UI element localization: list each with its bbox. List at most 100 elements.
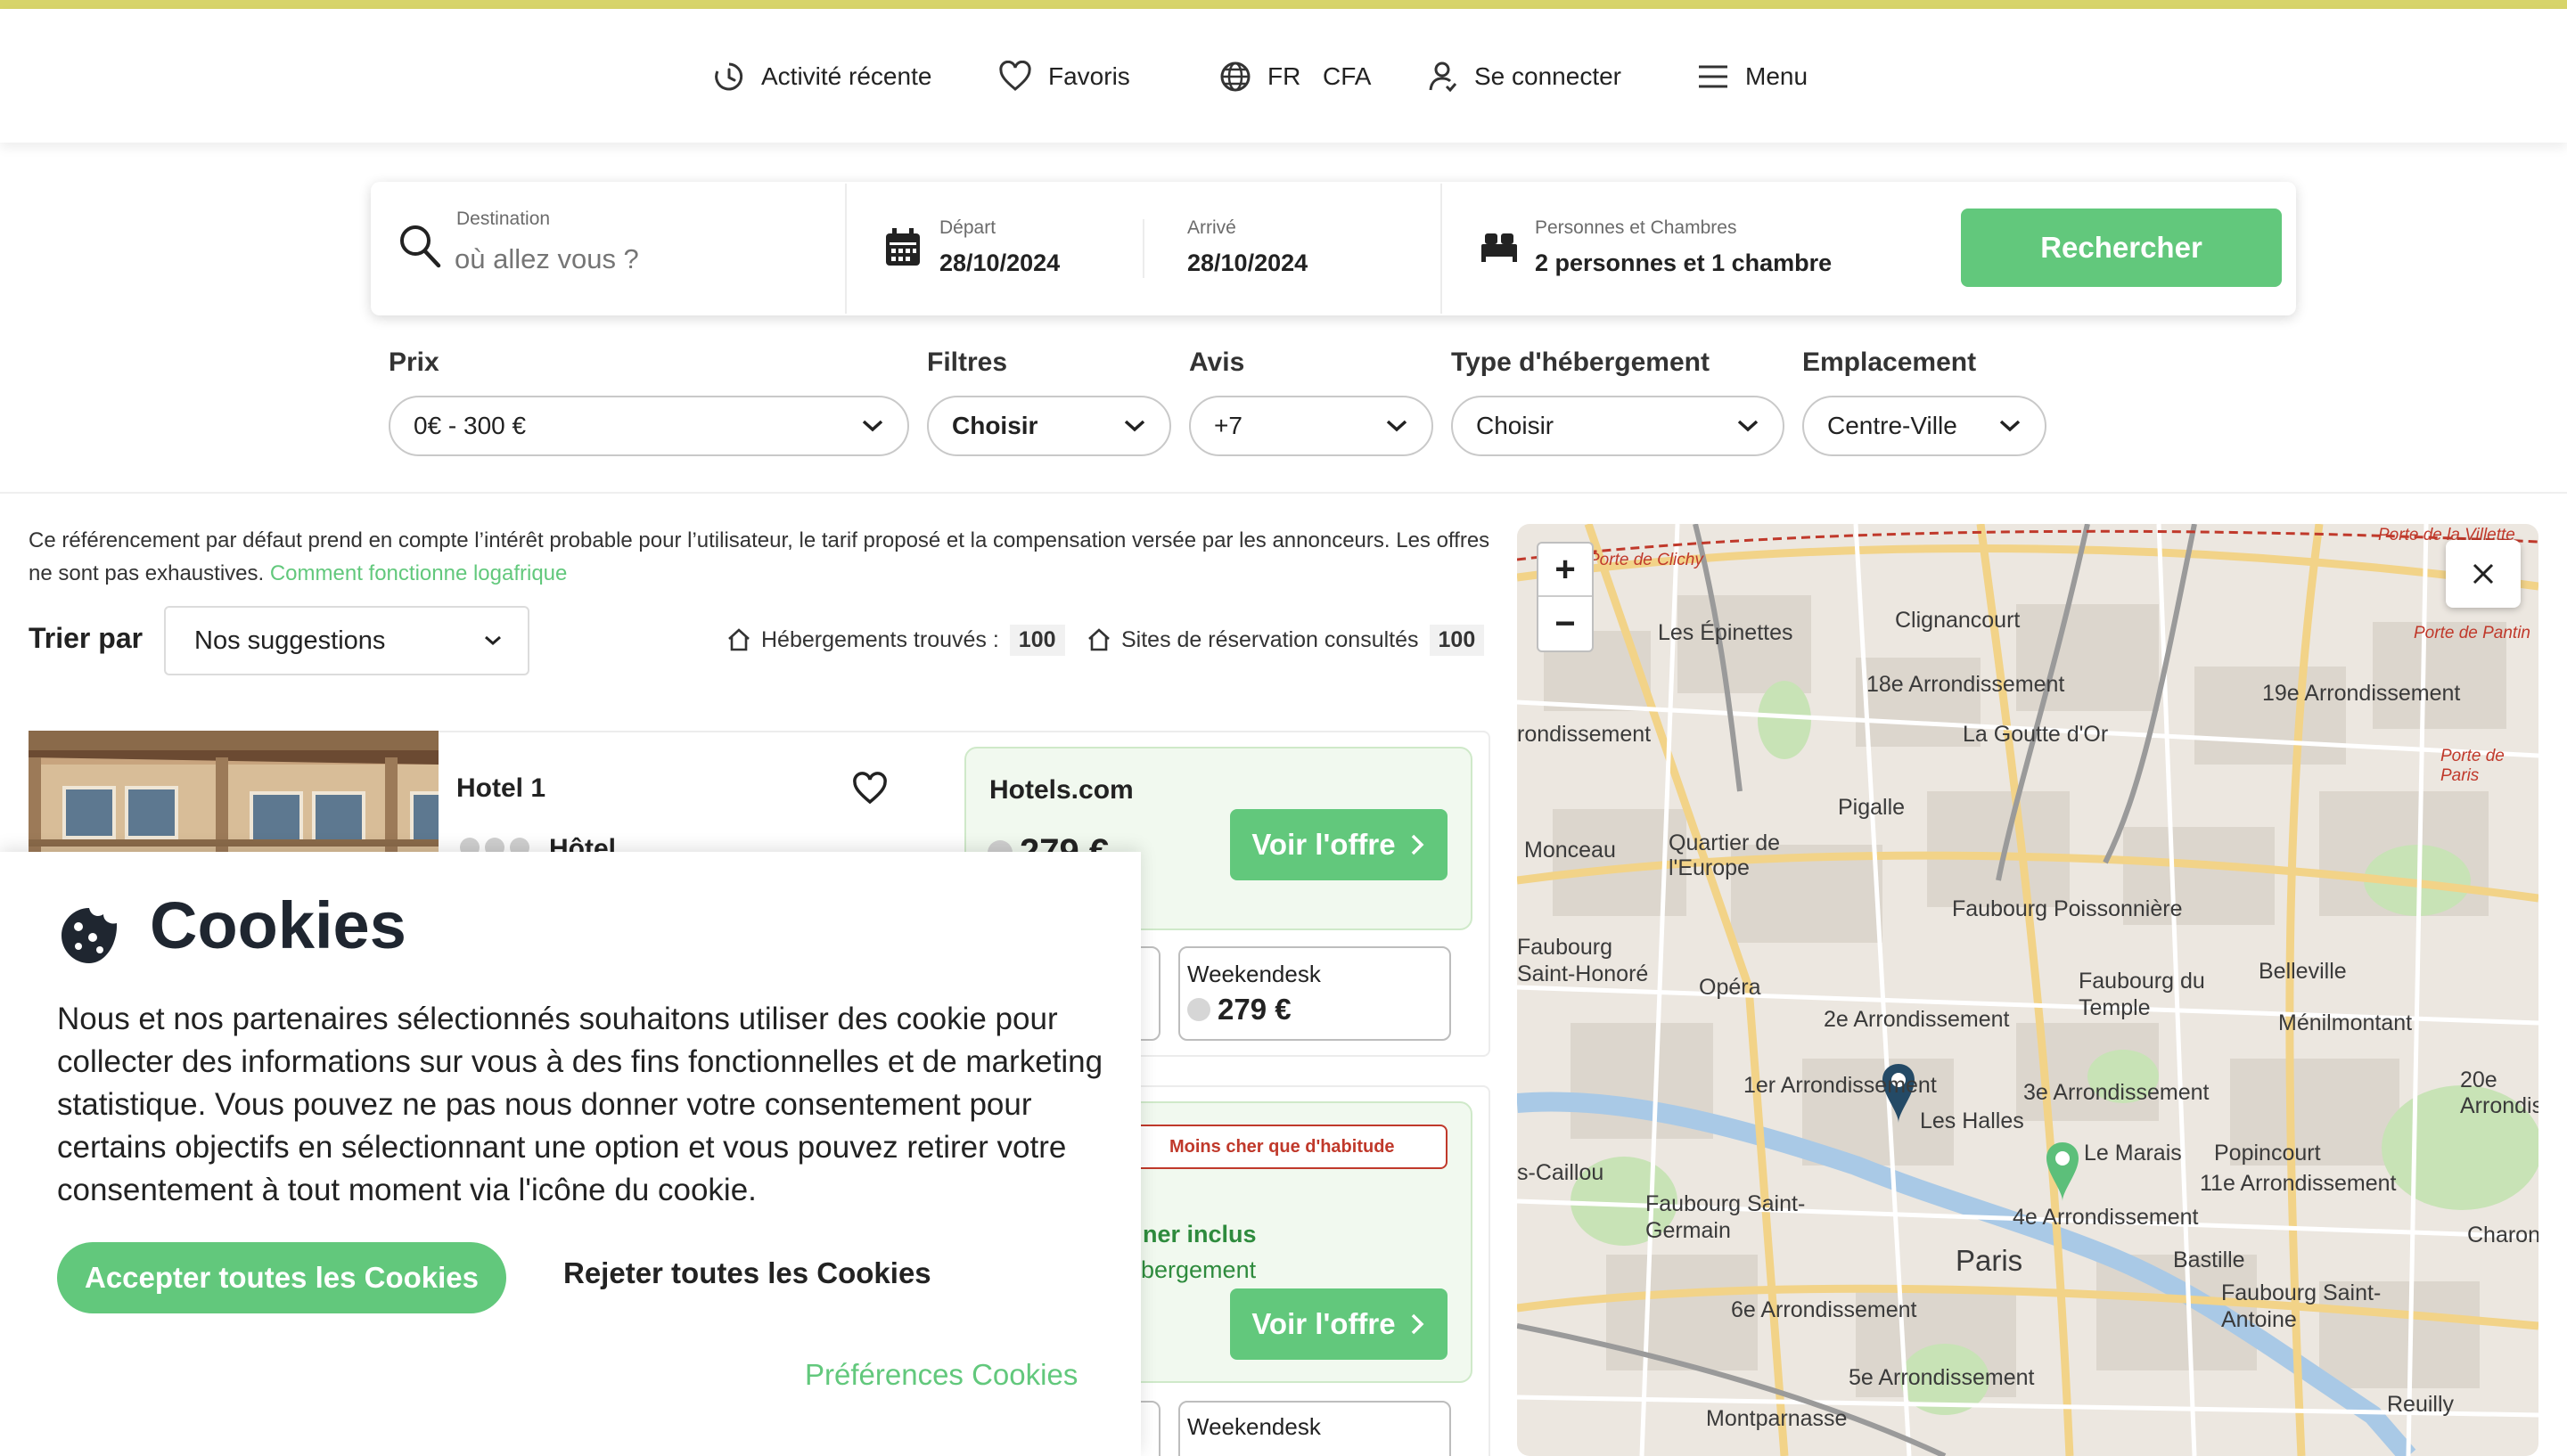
nav-currency[interactable]: CFA	[1323, 55, 1371, 98]
search-divider	[1440, 184, 1442, 314]
nav-menu-label: Menu	[1745, 62, 1808, 90]
offer-site: Hotels.com	[989, 775, 1134, 805]
accept-all-cookies-button[interactable]: Accepter toutes les Cookies	[57, 1242, 506, 1313]
map-label: 20e Arrondis	[2460, 1067, 2538, 1118]
map-label: 5e Arrondissement	[1849, 1365, 2035, 1390]
view-offer-button[interactable]: Voir l'offre	[1230, 809, 1448, 880]
how-it-works-link[interactable]: Comment fonctionne logafrique	[270, 561, 568, 585]
map-label: Faubourg Saint-Honoré	[1517, 935, 1649, 986]
nav-language[interactable]: FR	[1219, 55, 1300, 98]
map-label: Belleville	[2259, 959, 2347, 984]
cheaper-than-usual-badge: Moins cher que d'habitude	[1114, 1125, 1448, 1169]
sort-select[interactable]: Nos suggestions	[164, 606, 529, 675]
filter-reviews-label: Avis	[1189, 348, 1245, 377]
map-label: Les Halles	[1920, 1108, 2024, 1133]
guests-field[interactable]: Personnes et Chambres 2 personnes et 1 c…	[1476, 209, 1940, 298]
map-label: 19e Arrondissement	[2262, 681, 2461, 706]
found-count-stat: Hébergements trouvés : 100	[726, 622, 1065, 658]
map-label: 6e Arrondissement	[1731, 1297, 1917, 1322]
chevron-down-icon	[1737, 420, 1759, 432]
close-map-button[interactable]	[2446, 540, 2521, 608]
found-label: Hébergements trouvés :	[761, 626, 999, 652]
filters-divider	[0, 492, 2567, 494]
nav-menu[interactable]: Menu	[1697, 55, 1808, 98]
filter-price-value: 0€ - 300 €	[414, 412, 527, 439]
map-label: s-Caillou	[1517, 1160, 1604, 1185]
info-icon	[1187, 998, 1210, 1021]
map-label: Opéra	[1699, 975, 1761, 1000]
home-icon	[728, 628, 750, 651]
map-label: 3e Arrondissement	[2023, 1080, 2210, 1105]
clock-icon	[715, 62, 743, 91]
depart-label: Départ	[939, 217, 996, 238]
cookie-preferences-link[interactable]: Préférences Cookies	[805, 1358, 1078, 1392]
filter-type-select[interactable]: Choisir	[1451, 396, 1784, 456]
destination-input[interactable]	[455, 239, 820, 280]
disclaimer-text: Ce référencement par défaut prend en com…	[29, 528, 1490, 585]
depart-date-field[interactable]: Départ 28/10/2024	[882, 209, 1150, 298]
calendar-icon	[886, 228, 920, 266]
search-button[interactable]: Rechercher	[1961, 209, 2282, 287]
zoom-out-button[interactable]: −	[1538, 597, 1592, 650]
heart-icon[interactable]	[852, 772, 888, 806]
depart-value: 28/10/2024	[939, 249, 1061, 276]
map-label: 4e Arrondissement	[2013, 1205, 2199, 1230]
nav-recent-activity[interactable]: Activité récente	[713, 55, 931, 98]
sort-label: Trier par	[29, 622, 144, 654]
map-label: Porte de Paris	[2440, 747, 2505, 785]
filter-price-select[interactable]: 0€ - 300 €	[389, 396, 909, 456]
nav-login[interactable]: Se connecter	[1426, 55, 1621, 98]
sites-count-stat: Sites de réservation consultés 100	[1086, 622, 1485, 658]
guests-label: Personnes et Chambres	[1535, 217, 1737, 238]
view-offer-label: Voir l'offre	[1251, 1307, 1396, 1340]
zoom-in-button[interactable]: +	[1538, 544, 1592, 597]
cookie-text: Nous et nos partenaires sélectionnés sou…	[57, 1002, 1103, 1207]
reject-all-cookies-button[interactable]: Rejeter toutes les Cookies	[563, 1256, 931, 1290]
arrive-date-field[interactable]: Arrivé 28/10/2024	[1185, 209, 1399, 298]
arrive-label: Arrivé	[1187, 217, 1236, 238]
filter-filters-value: Choisir	[952, 412, 1038, 439]
chevron-down-icon	[1124, 420, 1145, 432]
top-accent-strip	[0, 0, 2567, 9]
map-label: Porte de Clichy	[1588, 551, 1703, 569]
search-icon	[400, 225, 441, 268]
cookie-title: Cookies	[150, 888, 406, 962]
date-divider	[1143, 219, 1144, 278]
map-label: 1er Arrondissement	[1743, 1073, 1937, 1098]
map-label: Montparnasse	[1706, 1406, 1848, 1431]
alt-offer-price: 279 €	[1218, 993, 1292, 1026]
results-map[interactable]: Les Épinettes Clignancourt 18e Arrondiss…	[1517, 524, 2538, 1456]
alt-offer-site: Weekendesk	[1187, 961, 1321, 987]
view-offer-label: Voir l'offre	[1251, 828, 1396, 861]
filter-location-label: Emplacement	[1802, 348, 1977, 377]
view-offer-button[interactable]: Voir l'offre	[1230, 1288, 1448, 1360]
nav-favorites-label: Favoris	[1048, 62, 1130, 90]
map-label: Charonn	[2467, 1223, 2538, 1247]
filter-location-select[interactable]: Centre-Ville	[1802, 396, 2046, 456]
map-label: Ménilmontant	[2278, 1010, 2413, 1035]
hotel-name[interactable]: Hotel 1	[456, 773, 545, 804]
map-label: Monceau	[1524, 838, 1616, 863]
sites-count: 100	[1429, 624, 1485, 656]
bed-icon	[1481, 233, 1517, 262]
hotel-photo[interactable]	[29, 731, 439, 864]
map-label: Popincourt	[2214, 1141, 2321, 1166]
hamburger-icon	[1699, 65, 1727, 88]
nav-currency-label: CFA	[1323, 62, 1372, 90]
alt-offer-card[interactable]: Weekendesk 279 €	[1178, 946, 1451, 1041]
filter-location-value: Centre-Ville	[1827, 412, 1957, 439]
alt-offer-site: Weekendesk	[1187, 1413, 1321, 1440]
filter-filters-select[interactable]: Choisir	[927, 396, 1171, 456]
map-label: Reuilly	[2387, 1392, 2455, 1417]
alt-offer-card[interactable]: Weekendesk	[1178, 1401, 1451, 1456]
globe-icon	[1220, 61, 1251, 92]
found-count: 100	[1009, 624, 1065, 656]
nav-favorites[interactable]: Favoris	[998, 55, 1130, 98]
map-label: Porte de Pantin	[2414, 624, 2530, 642]
map-label: Clignancourt	[1895, 608, 2021, 633]
filter-reviews-select[interactable]: +7	[1189, 396, 1433, 456]
filter-type-label: Type d'hébergement	[1451, 348, 1710, 377]
filter-price-label: Prix	[389, 348, 439, 377]
map-label: Le Marais	[2084, 1141, 2182, 1166]
filter-type-value: Choisir	[1476, 412, 1554, 439]
